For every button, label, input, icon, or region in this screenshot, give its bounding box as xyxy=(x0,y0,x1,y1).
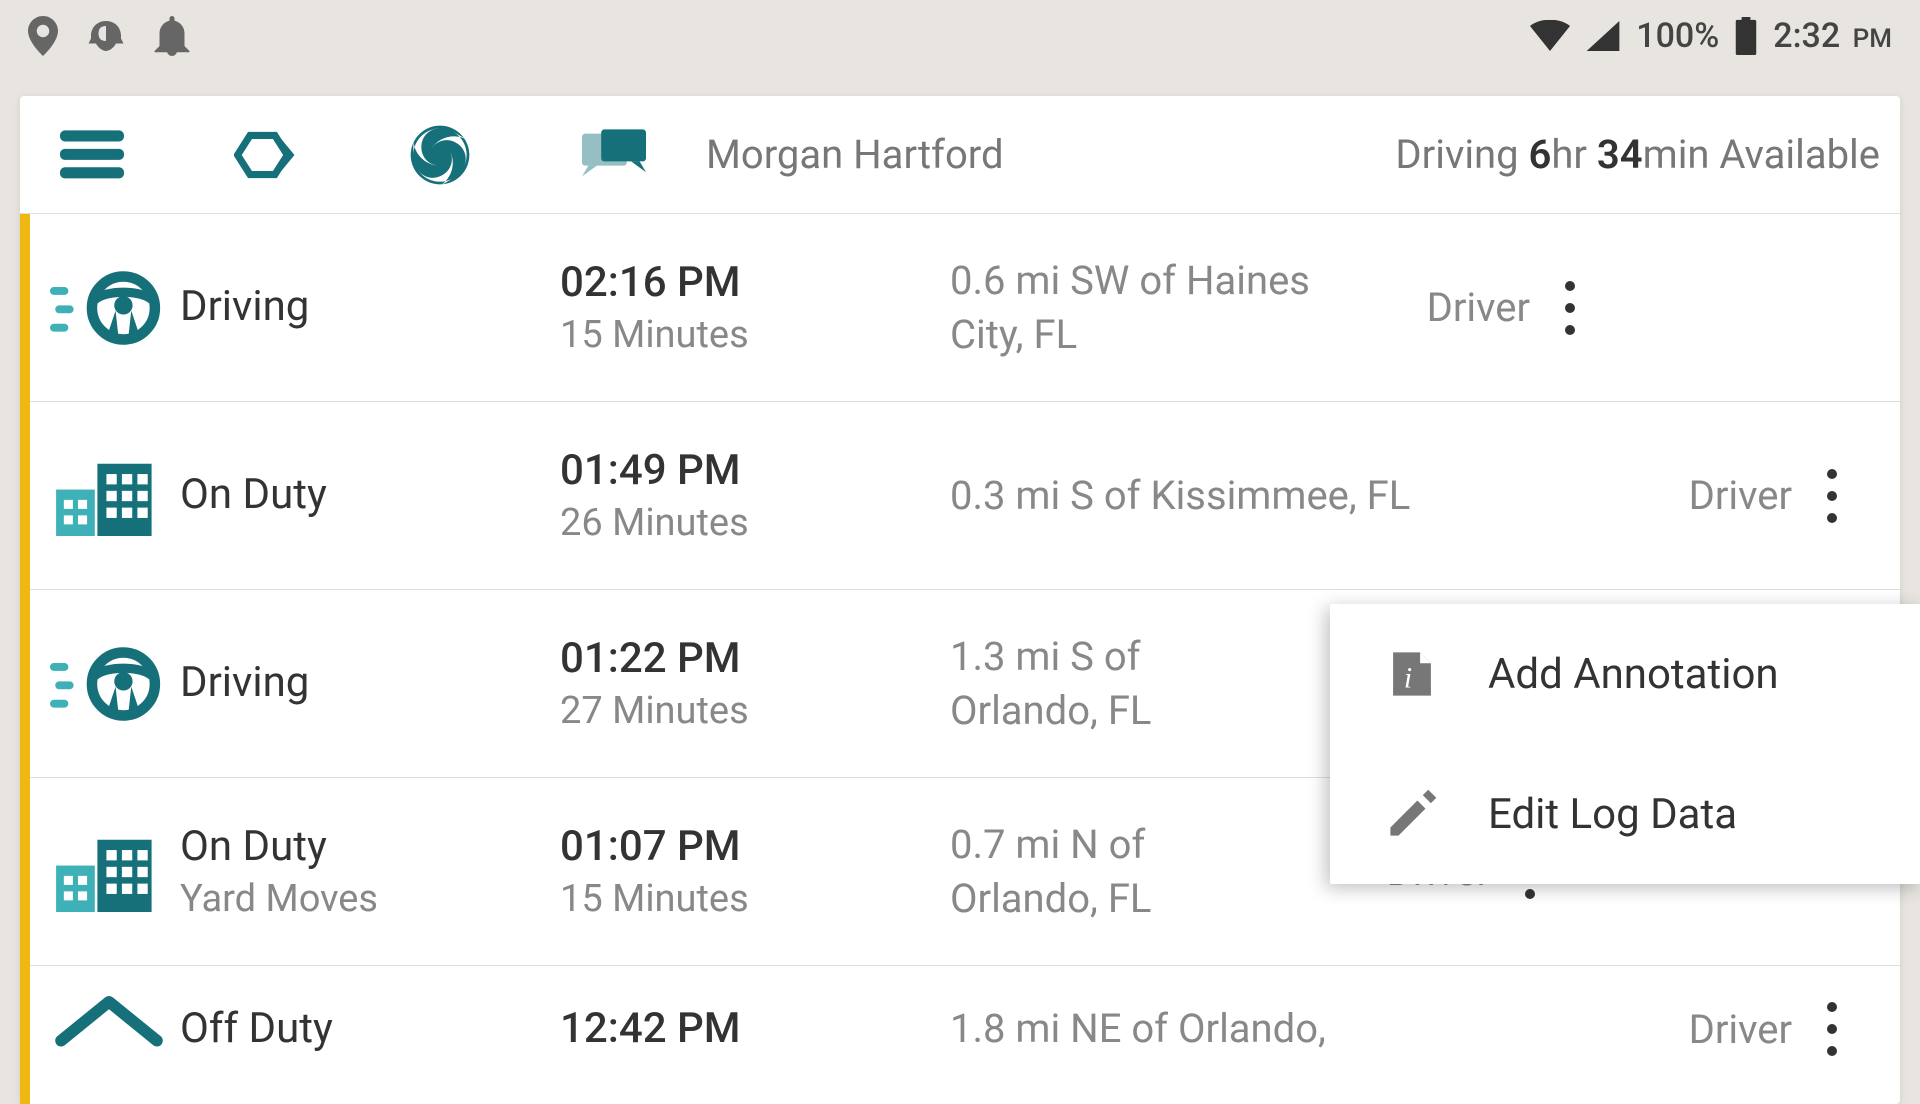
driver-name: Morgan Hartford xyxy=(706,131,1004,178)
battery-percent: 100% xyxy=(1636,16,1719,56)
edit-log-button[interactable]: Edit Log Data xyxy=(1330,744,1920,884)
status-col: Off Duty xyxy=(180,1004,560,1054)
role-col: Driver xyxy=(1592,1006,1792,1053)
time-col: 12:42 PM xyxy=(560,1004,950,1054)
duration-value: 27 Minutes xyxy=(560,689,950,733)
battery-icon xyxy=(1735,17,1757,55)
menu-button[interactable] xyxy=(60,123,124,187)
time-value: 01:49 PM xyxy=(560,446,950,496)
status-col: Driving xyxy=(180,282,560,332)
status-time: 2:32 PM xyxy=(1773,16,1892,56)
header-info: Morgan Hartford Driving 6hr 34min Availa… xyxy=(706,131,1880,178)
log-row[interactable]: On Duty 01:49 PM 26 Minutes 0.3 mi S of … xyxy=(30,402,1900,590)
status-label: Off Duty xyxy=(180,1004,560,1054)
pencil-icon xyxy=(1384,786,1440,842)
bell-icon xyxy=(154,16,190,56)
popup-label: Edit Log Data xyxy=(1488,790,1737,839)
time-col: 01:49 PM 26 Minutes xyxy=(560,446,950,544)
more-button[interactable] xyxy=(1792,1002,1872,1056)
location-col: 0.3 mi S of Kissimmee, FL xyxy=(950,469,1592,523)
more-button[interactable] xyxy=(1530,281,1610,335)
offduty-icon xyxy=(50,994,180,1064)
duration-value: 15 Minutes xyxy=(560,313,950,357)
location-col: 0.7 mi N of Orlando, FL xyxy=(950,818,1290,926)
app-header: Morgan Hartford Driving 6hr 34min Availa… xyxy=(20,96,1900,214)
time-value: 12:42 PM xyxy=(560,1004,950,1054)
annotate-icon: i xyxy=(1384,646,1440,702)
add-annotation-button[interactable]: i Add Annotation xyxy=(1330,604,1920,744)
signal-icon xyxy=(1586,21,1620,51)
app-container: Morgan Hartford Driving 6hr 34min Availa… xyxy=(20,96,1900,1104)
driving-icon xyxy=(50,647,180,721)
more-vert-icon xyxy=(1827,1002,1837,1056)
more-button[interactable] xyxy=(1792,469,1872,523)
duration-value: 15 Minutes xyxy=(560,877,950,921)
status-label: On Duty xyxy=(180,822,560,872)
onduty-icon xyxy=(50,456,180,536)
swirl-icon[interactable] xyxy=(408,123,472,187)
context-menu: i Add Annotation Edit Log Data xyxy=(1330,604,1920,884)
time-col: 01:22 PM 27 Minutes xyxy=(560,634,950,732)
status-label: Driving xyxy=(180,282,560,332)
wifi-icon xyxy=(1530,20,1570,52)
svg-text:i: i xyxy=(1404,663,1412,695)
status-col: On Duty xyxy=(180,470,560,520)
helmet-icon xyxy=(86,16,126,56)
hex-logo-icon[interactable] xyxy=(234,123,298,187)
duration-value: 26 Minutes xyxy=(560,501,950,545)
header-icons xyxy=(60,123,646,187)
status-col: Driving xyxy=(180,658,560,708)
status-label: Driving xyxy=(180,658,560,708)
status-sublabel: Yard Moves xyxy=(180,877,560,921)
onduty-icon xyxy=(50,832,180,912)
status-label: On Duty xyxy=(180,470,560,520)
time-col: 01:07 PM 15 Minutes xyxy=(560,822,950,920)
log-row[interactable]: Off Duty 12:42 PM 1.8 mi NE of Orlando, … xyxy=(30,966,1900,1104)
time-value: 02:16 PM xyxy=(560,258,950,308)
driving-icon xyxy=(50,271,180,345)
status-right-group: 100% 2:32 PM xyxy=(1530,16,1892,56)
location-pin-icon xyxy=(28,16,58,56)
availability-text: Driving 6hr 34min Available xyxy=(1395,131,1880,178)
role-col: Driver xyxy=(1592,472,1792,519)
status-col: On Duty Yard Moves xyxy=(180,822,560,920)
time-col: 02:16 PM 15 Minutes xyxy=(560,258,950,356)
android-status-bar: 100% 2:32 PM xyxy=(0,0,1920,72)
time-value: 01:07 PM xyxy=(560,822,950,872)
more-vert-icon xyxy=(1827,469,1837,523)
role-col: Driver xyxy=(1330,284,1530,331)
location-col: 1.8 mi NE of Orlando, xyxy=(950,1002,1592,1056)
more-vert-icon xyxy=(1565,281,1575,335)
chat-icon[interactable] xyxy=(582,123,646,187)
popup-label: Add Annotation xyxy=(1488,650,1779,699)
log-row[interactable]: Driving 02:16 PM 15 Minutes 0.6 mi SW of… xyxy=(30,214,1900,402)
status-left-group xyxy=(28,16,190,56)
time-value: 01:22 PM xyxy=(560,634,950,684)
location-col: 1.3 mi S of Orlando, FL xyxy=(950,630,1290,738)
location-col: 0.6 mi SW of Haines City, FL xyxy=(950,254,1330,362)
